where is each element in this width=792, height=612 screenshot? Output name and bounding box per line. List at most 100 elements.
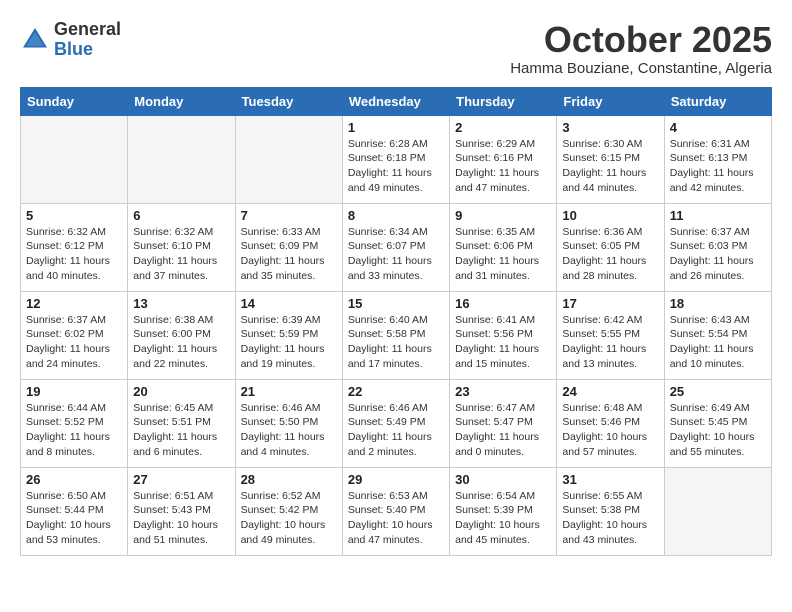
calendar-cell: 19 Sunrise: 6:44 AM Sunset: 5:52 PM Dayli… xyxy=(21,379,128,467)
day-number: 21 xyxy=(241,384,337,399)
day-info: Sunrise: 6:43 AM Sunset: 5:54 PM Dayligh… xyxy=(670,313,766,372)
day-number: 25 xyxy=(670,384,766,399)
day-number: 17 xyxy=(562,296,658,311)
weekday-header-tuesday: Tuesday xyxy=(235,87,342,115)
day-info: Sunrise: 6:30 AM Sunset: 6:15 PM Dayligh… xyxy=(562,137,658,196)
calendar-week-row: 1 Sunrise: 6:28 AM Sunset: 6:18 PM Daylig… xyxy=(21,115,772,203)
day-info: Sunrise: 6:35 AM Sunset: 6:06 PM Dayligh… xyxy=(455,225,551,284)
calendar-cell: 30 Sunrise: 6:54 AM Sunset: 5:39 PM Dayli… xyxy=(450,467,557,555)
logo-icon xyxy=(20,25,50,55)
day-number: 30 xyxy=(455,472,551,487)
day-info: Sunrise: 6:50 AM Sunset: 5:44 PM Dayligh… xyxy=(26,489,122,548)
page-header: General Blue October 2025 Hamma Bouziane… xyxy=(20,20,772,77)
day-info: Sunrise: 6:55 AM Sunset: 5:38 PM Dayligh… xyxy=(562,489,658,548)
calendar-cell xyxy=(235,115,342,203)
month-title: October 2025 xyxy=(510,20,772,60)
calendar-cell: 12 Sunrise: 6:37 AM Sunset: 6:02 PM Dayli… xyxy=(21,291,128,379)
calendar-cell: 31 Sunrise: 6:55 AM Sunset: 5:38 PM Dayli… xyxy=(557,467,664,555)
calendar-cell: 29 Sunrise: 6:53 AM Sunset: 5:40 PM Dayli… xyxy=(342,467,449,555)
day-number: 13 xyxy=(133,296,229,311)
calendar-cell: 23 Sunrise: 6:47 AM Sunset: 5:47 PM Dayli… xyxy=(450,379,557,467)
weekday-header-sunday: Sunday xyxy=(21,87,128,115)
day-info: Sunrise: 6:53 AM Sunset: 5:40 PM Dayligh… xyxy=(348,489,444,548)
day-info: Sunrise: 6:36 AM Sunset: 6:05 PM Dayligh… xyxy=(562,225,658,284)
day-number: 24 xyxy=(562,384,658,399)
day-info: Sunrise: 6:28 AM Sunset: 6:18 PM Dayligh… xyxy=(348,137,444,196)
day-info: Sunrise: 6:40 AM Sunset: 5:58 PM Dayligh… xyxy=(348,313,444,372)
day-info: Sunrise: 6:29 AM Sunset: 6:16 PM Dayligh… xyxy=(455,137,551,196)
logo-blue-text: Blue xyxy=(54,40,121,60)
day-info: Sunrise: 6:46 AM Sunset: 5:50 PM Dayligh… xyxy=(241,401,337,460)
calendar-cell: 5Sunrise: 6:32 AM Sunset: 6:12 PM Daylig… xyxy=(21,203,128,291)
location-title: Hamma Bouziane, Constantine, Algeria xyxy=(510,60,772,77)
calendar-cell: 6Sunrise: 6:32 AM Sunset: 6:10 PM Daylig… xyxy=(128,203,235,291)
day-number: 28 xyxy=(241,472,337,487)
day-info: Sunrise: 6:46 AM Sunset: 5:49 PM Dayligh… xyxy=(348,401,444,460)
title-block: October 2025 Hamma Bouziane, Constantine… xyxy=(510,20,772,77)
calendar-cell: 3Sunrise: 6:30 AM Sunset: 6:15 PM Daylig… xyxy=(557,115,664,203)
weekday-header-friday: Friday xyxy=(557,87,664,115)
day-info: Sunrise: 6:54 AM Sunset: 5:39 PM Dayligh… xyxy=(455,489,551,548)
weekday-header-saturday: Saturday xyxy=(664,87,771,115)
calendar-cell: 4Sunrise: 6:31 AM Sunset: 6:13 PM Daylig… xyxy=(664,115,771,203)
day-info: Sunrise: 6:37 AM Sunset: 6:02 PM Dayligh… xyxy=(26,313,122,372)
calendar-week-row: 19 Sunrise: 6:44 AM Sunset: 5:52 PM Dayli… xyxy=(21,379,772,467)
day-number: 20 xyxy=(133,384,229,399)
day-info: Sunrise: 6:42 AM Sunset: 5:55 PM Dayligh… xyxy=(562,313,658,372)
calendar-cell xyxy=(664,467,771,555)
logo-general-text: General xyxy=(54,20,121,40)
day-info: Sunrise: 6:44 AM Sunset: 5:52 PM Dayligh… xyxy=(26,401,122,460)
day-number: 26 xyxy=(26,472,122,487)
calendar-cell: 22 Sunrise: 6:46 AM Sunset: 5:49 PM Dayli… xyxy=(342,379,449,467)
calendar-cell: 15Sunrise: 6:40 AM Sunset: 5:58 PM Dayli… xyxy=(342,291,449,379)
calendar-cell: 1 Sunrise: 6:28 AM Sunset: 6:18 PM Daylig… xyxy=(342,115,449,203)
calendar-cell: 24 Sunrise: 6:48 AM Sunset: 5:46 PM Dayli… xyxy=(557,379,664,467)
day-number: 10 xyxy=(562,208,658,223)
day-info: Sunrise: 6:38 AM Sunset: 6:00 PM Dayligh… xyxy=(133,313,229,372)
calendar-cell: 20 Sunrise: 6:45 AM Sunset: 5:51 PM Dayli… xyxy=(128,379,235,467)
calendar-week-row: 12 Sunrise: 6:37 AM Sunset: 6:02 PM Dayli… xyxy=(21,291,772,379)
day-number: 19 xyxy=(26,384,122,399)
day-info: Sunrise: 6:45 AM Sunset: 5:51 PM Dayligh… xyxy=(133,401,229,460)
weekday-header-wednesday: Wednesday xyxy=(342,87,449,115)
day-info: Sunrise: 6:41 AM Sunset: 5:56 PM Dayligh… xyxy=(455,313,551,372)
day-info: Sunrise: 6:52 AM Sunset: 5:42 PM Dayligh… xyxy=(241,489,337,548)
calendar-cell: 28 Sunrise: 6:52 AM Sunset: 5:42 PM Dayli… xyxy=(235,467,342,555)
calendar-cell: 17 Sunrise: 6:42 AM Sunset: 5:55 PM Dayli… xyxy=(557,291,664,379)
calendar-cell: 2Sunrise: 6:29 AM Sunset: 6:16 PM Daylig… xyxy=(450,115,557,203)
calendar-cell: 14 Sunrise: 6:39 AM Sunset: 5:59 PM Dayli… xyxy=(235,291,342,379)
calendar-week-row: 26 Sunrise: 6:50 AM Sunset: 5:44 PM Dayli… xyxy=(21,467,772,555)
day-number: 12 xyxy=(26,296,122,311)
day-info: Sunrise: 6:47 AM Sunset: 5:47 PM Dayligh… xyxy=(455,401,551,460)
calendar-cell xyxy=(128,115,235,203)
day-number: 29 xyxy=(348,472,444,487)
day-info: Sunrise: 6:34 AM Sunset: 6:07 PM Dayligh… xyxy=(348,225,444,284)
day-number: 1 xyxy=(348,120,444,135)
calendar-cell: 26 Sunrise: 6:50 AM Sunset: 5:44 PM Dayli… xyxy=(21,467,128,555)
day-number: 8 xyxy=(348,208,444,223)
calendar-cell: 8 Sunrise: 6:34 AM Sunset: 6:07 PM Daylig… xyxy=(342,203,449,291)
day-number: 31 xyxy=(562,472,658,487)
day-info: Sunrise: 6:39 AM Sunset: 5:59 PM Dayligh… xyxy=(241,313,337,372)
day-info: Sunrise: 6:51 AM Sunset: 5:43 PM Dayligh… xyxy=(133,489,229,548)
day-info: Sunrise: 6:33 AM Sunset: 6:09 PM Dayligh… xyxy=(241,225,337,284)
calendar-cell: 9 Sunrise: 6:35 AM Sunset: 6:06 PM Daylig… xyxy=(450,203,557,291)
day-number: 11 xyxy=(670,208,766,223)
day-info: Sunrise: 6:49 AM Sunset: 5:45 PM Dayligh… xyxy=(670,401,766,460)
day-number: 16 xyxy=(455,296,551,311)
day-number: 4 xyxy=(670,120,766,135)
day-number: 14 xyxy=(241,296,337,311)
calendar-cell: 18Sunrise: 6:43 AM Sunset: 5:54 PM Dayli… xyxy=(664,291,771,379)
day-number: 7 xyxy=(241,208,337,223)
calendar-week-row: 5Sunrise: 6:32 AM Sunset: 6:12 PM Daylig… xyxy=(21,203,772,291)
calendar-cell: 11 Sunrise: 6:37 AM Sunset: 6:03 PM Dayli… xyxy=(664,203,771,291)
calendar-cell: 13 Sunrise: 6:38 AM Sunset: 6:00 PM Dayli… xyxy=(128,291,235,379)
calendar-table: SundayMondayTuesdayWednesdayThursdayFrid… xyxy=(20,87,772,556)
day-info: Sunrise: 6:37 AM Sunset: 6:03 PM Dayligh… xyxy=(670,225,766,284)
calendar-cell: 16 Sunrise: 6:41 AM Sunset: 5:56 PM Dayli… xyxy=(450,291,557,379)
day-info: Sunrise: 6:48 AM Sunset: 5:46 PM Dayligh… xyxy=(562,401,658,460)
day-number: 9 xyxy=(455,208,551,223)
day-number: 23 xyxy=(455,384,551,399)
day-number: 5 xyxy=(26,208,122,223)
day-number: 22 xyxy=(348,384,444,399)
